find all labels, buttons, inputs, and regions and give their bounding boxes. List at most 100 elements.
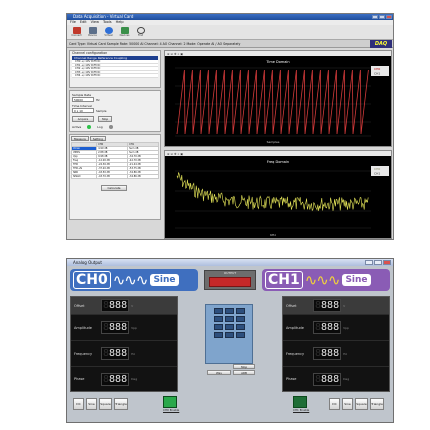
ch1-amplitude-display[interactable]: 8888	[313, 321, 342, 334]
time-interval-input[interactable]: 0 x 10	[72, 108, 94, 113]
ch1-phase-display[interactable]: 8888	[313, 372, 342, 386]
ch0-amplitude-display[interactable]: 8888	[101, 321, 130, 334]
ch0-enable: CH0 Enable	[163, 396, 179, 412]
zoom-icon[interactable]: ⊕	[167, 152, 170, 156]
stop-output-button[interactable]: Stop	[233, 364, 255, 369]
ch1-phase-row: Phase 8888 Deg	[286, 372, 350, 386]
ch1-square-button[interactable]: Square	[355, 398, 368, 410]
toolbar-device-button[interactable]: Device	[86, 27, 99, 38]
keypad-key[interactable]	[213, 308, 223, 314]
analog-output-window: Analog Output CH0 ∿∿∿ Sine OUTPUT CH1 ∿∿…	[66, 258, 394, 423]
log-led[interactable]	[108, 125, 113, 129]
daq-window-title: Data Acquisition - Virtual Card	[73, 14, 134, 19]
time-domain-plot: ⊕ ⊖ ✥ ⌖ ▣ Time Domain CH0 CH1 Samples	[164, 50, 392, 147]
magnifier-icon	[136, 27, 145, 34]
zoom-out-icon[interactable]: ⊖	[171, 52, 174, 56]
ch1-offset-display[interactable]: 8888	[313, 299, 342, 312]
maximize-button[interactable]	[379, 15, 385, 19]
ch0-sine-button[interactable]: Sine	[86, 398, 97, 410]
left-panel: Channel configuration Channel Range Refe…	[69, 50, 161, 238]
toolbar-find-button[interactable]: Find	[134, 27, 147, 38]
freq-xlabel: KHz	[270, 233, 276, 237]
keypad-key[interactable]	[224, 308, 234, 314]
ch0-dc-button[interactable]: DC	[73, 398, 84, 410]
keypad-key[interactable]	[224, 316, 234, 322]
wav-button[interactable]: Wav	[207, 370, 231, 375]
ch0-label: CH0	[73, 271, 111, 289]
ch1-triangle-button[interactable]: Triangle	[370, 398, 384, 410]
output-led-bar	[209, 277, 251, 287]
ch0-enable-toggle[interactable]	[163, 396, 177, 408]
keypad-key[interactable]	[224, 332, 234, 338]
freq-domain-plot: ⊕ ⊖ ✥ ⌖ ▣ Freq Domain CH0 CH1 KHz	[164, 150, 392, 239]
svg-text:CH1: CH1	[374, 72, 380, 76]
ch0-phase-row: Phase 8888 Deg	[74, 372, 138, 386]
toolbar-connect-button[interactable]: Connect	[70, 27, 83, 38]
close-button[interactable]	[383, 260, 391, 265]
daq-window: Data Acquisition - Virtual Card File Edi…	[66, 13, 394, 240]
sine-wave-icon: ∿∿∿	[304, 271, 341, 289]
ch0-frequency-display[interactable]: 8888	[101, 347, 130, 360]
ch0-square-button[interactable]: Square	[99, 398, 112, 410]
keypad-key[interactable]	[235, 332, 245, 338]
svg-text:CH1: CH1	[374, 172, 380, 176]
device-icon	[88, 27, 97, 34]
acquire-button[interactable]: Acquire	[72, 116, 94, 122]
tab-setting[interactable]: Setting	[89, 136, 106, 141]
virtual-icon	[104, 27, 113, 34]
ch0-offset-row: Offset 8888 V	[71, 297, 177, 315]
connect-icon	[72, 27, 81, 34]
ch0-wave-buttons: DC Sine Square Triangle	[73, 398, 128, 410]
time-xlabel: Samples	[267, 140, 280, 144]
ch1-dc-button[interactable]: DC	[329, 398, 340, 410]
sample-rate-input[interactable]: 50000	[72, 97, 94, 102]
keypad-key[interactable]	[213, 332, 223, 338]
ch0-triangle-button[interactable]: Triangle	[114, 398, 128, 410]
active-led	[87, 125, 92, 129]
close-button[interactable]	[386, 15, 392, 19]
ch1-sine-button[interactable]: Sine	[342, 398, 353, 410]
pan-icon[interactable]: ✥	[174, 152, 177, 156]
ch0-parameters: Offset 8888 V Amplitude 8888 Vpp Frequen…	[70, 296, 178, 392]
ao-window-controls	[365, 260, 391, 265]
keypad-key[interactable]	[235, 308, 245, 314]
ch1-wave-buttons: DC Sine Square Triangle	[329, 398, 384, 410]
ch0-offset-display[interactable]: 8888	[101, 299, 130, 312]
ch1-frequency-display[interactable]: 8888	[313, 347, 342, 360]
zoom-icon[interactable]: ⊕	[167, 52, 170, 56]
ch1-enable-toggle[interactable]	[293, 396, 307, 408]
keypad-key[interactable]	[224, 324, 234, 330]
minimize-button[interactable]	[372, 15, 378, 19]
pan-icon[interactable]: ✥	[174, 52, 177, 56]
channel-row[interactable]: CH4 +/-10V Diff DC	[72, 74, 158, 78]
zoom-out-icon[interactable]: ⊖	[171, 152, 174, 156]
output-indicator: OUTPUT	[204, 270, 256, 290]
freq-domain-canvas: Freq Domain CH0 CH1 KHz	[165, 156, 391, 238]
calculate-button[interactable]: Calculate	[101, 185, 127, 191]
time-plot-title: Time Domain	[265, 60, 289, 64]
toolbar-virtual-button[interactable]: Virtual	[102, 27, 115, 38]
keypad-key[interactable]	[235, 316, 245, 322]
keypad-key[interactable]	[235, 324, 245, 330]
cursor-icon[interactable]: ⌖	[178, 52, 180, 56]
table-row[interactable]: SINAD -43.70 dB -34.86 dB	[70, 174, 159, 179]
svg-text:CH0: CH0	[374, 167, 380, 171]
tab-measure[interactable]: Measure	[71, 136, 89, 141]
keypad-key[interactable]	[213, 324, 223, 330]
ch0-banner: CH0 ∿∿∿ Sine	[70, 269, 198, 291]
ao-window-title: Analog Output	[73, 260, 102, 265]
ch0-phase-display[interactable]: 8888	[101, 372, 130, 386]
save-icon[interactable]: ▣	[180, 152, 183, 156]
minimize-button[interactable]	[365, 260, 373, 265]
save-icon[interactable]: ▣	[180, 52, 183, 56]
brand-logo: DAQ	[370, 40, 392, 48]
keypad-key[interactable]	[213, 316, 223, 322]
stop-button[interactable]: Stop	[98, 116, 112, 122]
maximize-button[interactable]	[374, 260, 382, 265]
arb-button[interactable]: ARB	[233, 370, 255, 375]
cursor-icon[interactable]: ⌖	[178, 152, 180, 156]
ch1-enable: CH1 Enable	[293, 396, 309, 412]
toolbar-devices-button[interactable]: Devices	[118, 27, 131, 38]
sine-wave-icon: ∿∿∿	[112, 271, 149, 289]
time-domain-canvas: Time Domain CH0 CH1 Samples	[165, 56, 391, 146]
